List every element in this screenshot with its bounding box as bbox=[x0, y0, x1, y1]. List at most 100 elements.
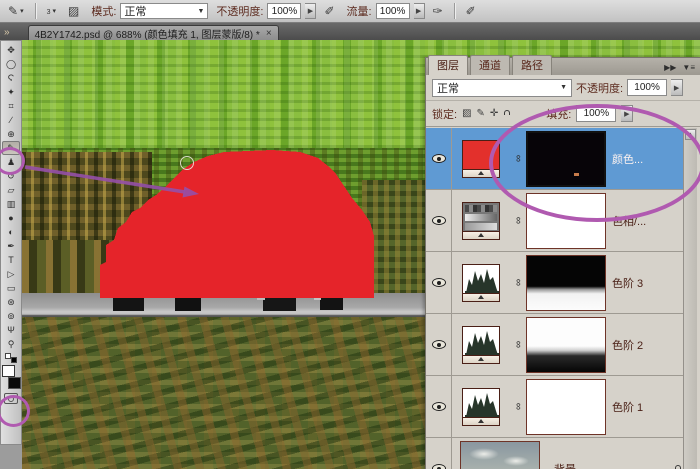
layer-mask-thumbnail[interactable] bbox=[526, 193, 606, 249]
tab-layers[interactable]: 图层 bbox=[428, 55, 468, 75]
default-colors-button[interactable] bbox=[5, 353, 17, 363]
visibility-toggle[interactable] bbox=[426, 438, 452, 469]
layer-row-levels-3[interactable]: ∞ 色阶 3 bbox=[426, 252, 684, 314]
background-color-swatch[interactable] bbox=[8, 377, 21, 389]
zoom-icon: ⚲ bbox=[8, 340, 15, 349]
layer-mask-thumbnail[interactable] bbox=[526, 131, 606, 187]
tool-path-selection[interactable]: ▷ bbox=[2, 267, 20, 281]
tool-move[interactable]: ✥ bbox=[2, 43, 20, 57]
visibility-toggle[interactable] bbox=[426, 314, 452, 375]
type-icon: T bbox=[8, 256, 14, 265]
tool-lasso[interactable]: Ϛ bbox=[2, 71, 20, 85]
tool-pen[interactable]: ✒ bbox=[2, 239, 20, 253]
layer-row-color-fill[interactable]: ∞ 颜色... bbox=[426, 128, 684, 190]
tool-eyedropper[interactable]: ∕ bbox=[2, 113, 20, 127]
tool-gradient[interactable]: ▥ bbox=[2, 197, 20, 211]
panel-menu-icon[interactable]: ▼≡ bbox=[682, 63, 695, 72]
layer-opacity-label: 不透明度: bbox=[576, 80, 623, 96]
color-swatches bbox=[1, 365, 21, 389]
visibility-toggle[interactable] bbox=[426, 376, 452, 437]
collapse-panel-icon[interactable]: ▶▶ bbox=[664, 63, 676, 72]
tool-eraser[interactable]: ▱ bbox=[2, 183, 20, 197]
tool-shape[interactable]: ▭ bbox=[2, 281, 20, 295]
layer-row-levels-2[interactable]: ∞ 色阶 2 bbox=[426, 314, 684, 376]
tool-brush[interactable]: ✎ bbox=[2, 141, 20, 155]
layer-name[interactable]: 色阶 3 bbox=[606, 275, 684, 291]
brush-size-picker[interactable]: 3 ▾ bbox=[43, 3, 60, 19]
layer-row-hue-saturation[interactable]: ∞ 色相/... bbox=[426, 190, 684, 252]
quick-selection-icon: ✦ bbox=[7, 88, 15, 97]
adjustment-slider-strip bbox=[462, 232, 500, 240]
tool-orbit-3d[interactable]: ⊚ bbox=[2, 309, 20, 323]
airbrush-pen-icon: ✐ bbox=[324, 4, 334, 18]
flow-input[interactable]: 100% bbox=[376, 3, 410, 19]
layer-blend-mode-select[interactable]: 正常 ▼ bbox=[432, 79, 572, 97]
layer-thumbnail[interactable] bbox=[452, 326, 510, 364]
layer-opacity-input[interactable]: 100% bbox=[627, 79, 667, 96]
layer-thumbnail[interactable] bbox=[452, 140, 510, 178]
toolbox-collapse-icon[interactable]: » bbox=[0, 27, 14, 40]
hue-saturation-thumbnail bbox=[462, 202, 500, 232]
layer-name[interactable]: 色相/... bbox=[606, 213, 684, 229]
layer-name[interactable]: 色阶 2 bbox=[606, 337, 684, 353]
layer-mask-thumbnail[interactable] bbox=[526, 379, 606, 435]
layer-name[interactable]: 色阶 1 bbox=[606, 399, 684, 415]
quick-mask-button[interactable] bbox=[4, 393, 18, 404]
tool-marquee[interactable]: ◯ bbox=[2, 57, 20, 71]
close-icon[interactable]: × bbox=[266, 28, 272, 39]
layer-row-levels-1[interactable]: ∞ 色阶 1 bbox=[426, 376, 684, 438]
opacity-input[interactable]: 100% bbox=[267, 3, 301, 19]
eye-icon bbox=[432, 154, 446, 163]
layer-opacity-spinner[interactable]: ▶ bbox=[671, 79, 683, 96]
crop-icon: ⌗ bbox=[8, 102, 13, 111]
visibility-toggle[interactable] bbox=[426, 252, 452, 313]
opacity-spinner[interactable]: ▶ bbox=[305, 3, 316, 19]
tool-clone-stamp[interactable]: ♟ bbox=[2, 155, 20, 169]
layer-fill-input[interactable]: 100% bbox=[576, 105, 616, 122]
layer-mask-thumbnail[interactable] bbox=[526, 255, 606, 311]
tool-spot-healing[interactable]: ⊕ bbox=[2, 127, 20, 141]
history-brush-icon: ↺ bbox=[7, 172, 15, 181]
toggle-brushes-panel-button[interactable]: ▨ bbox=[64, 2, 83, 20]
foreground-color-swatch[interactable] bbox=[2, 365, 15, 377]
layer-name[interactable]: 背景 bbox=[548, 461, 674, 469]
flow-spinner[interactable]: ▶ bbox=[414, 3, 425, 19]
tablet-size-button[interactable]: ✐ bbox=[462, 2, 480, 20]
blend-mode-select[interactable]: 正常 ▼ bbox=[120, 3, 208, 19]
layer-name[interactable]: 颜色... bbox=[606, 151, 684, 167]
lock-position-icon[interactable]: ✛ bbox=[490, 109, 498, 119]
tab-paths[interactable]: 路径 bbox=[512, 55, 552, 75]
tab-channels[interactable]: 通道 bbox=[470, 55, 510, 75]
layer-thumbnail[interactable] bbox=[452, 441, 548, 469]
layer-fill-spinner[interactable]: ▶ bbox=[621, 105, 633, 122]
tool-type[interactable]: T bbox=[2, 253, 20, 267]
layer-mask-thumbnail[interactable] bbox=[526, 317, 606, 373]
spot-healing-icon: ⊕ bbox=[7, 130, 15, 139]
brush-preset-button[interactable]: ✎ ▾ bbox=[4, 2, 28, 20]
tool-dodge[interactable]: ◐ bbox=[2, 225, 20, 239]
tool-rotate-3d[interactable]: ⊛ bbox=[2, 295, 20, 309]
tablet-opacity-button[interactable]: ✐ bbox=[320, 2, 338, 20]
path-selection-icon: ▷ bbox=[8, 270, 15, 279]
tool-crop[interactable]: ⌗ bbox=[2, 99, 20, 113]
layer-thumbnail[interactable] bbox=[452, 202, 510, 240]
layer-list-scrollbar[interactable]: ▲ bbox=[683, 128, 697, 469]
visibility-toggle[interactable] bbox=[426, 190, 452, 251]
adjustment-slider-strip bbox=[462, 294, 500, 302]
lock-pixels-icon[interactable]: ✎ bbox=[477, 109, 485, 119]
document-tab[interactable]: 4B2Y1742.psd @ 688% (颜色填充 1, 图层蒙版/8) * × bbox=[28, 25, 279, 40]
tool-zoom[interactable]: ⚲ bbox=[2, 337, 20, 351]
layer-thumbnail[interactable] bbox=[452, 388, 510, 426]
airbrush-toggle-button[interactable]: ✑ bbox=[429, 2, 447, 20]
tool-hand[interactable]: Ψ bbox=[2, 323, 20, 337]
visibility-toggle[interactable] bbox=[426, 128, 452, 189]
tool-history-brush[interactable]: ↺ bbox=[2, 169, 20, 183]
scroll-up-arrow[interactable]: ▲ bbox=[685, 129, 696, 140]
tool-quick-selection[interactable]: ✦ bbox=[2, 85, 20, 99]
tool-blur[interactable]: ● bbox=[2, 211, 20, 225]
levels-thumbnail bbox=[462, 388, 500, 418]
gradient-icon: ▥ bbox=[7, 200, 16, 209]
layer-row-background[interactable]: 背景 bbox=[426, 438, 684, 469]
layer-thumbnail[interactable] bbox=[452, 264, 510, 302]
lock-transparency-icon[interactable]: ▨ bbox=[462, 109, 471, 119]
